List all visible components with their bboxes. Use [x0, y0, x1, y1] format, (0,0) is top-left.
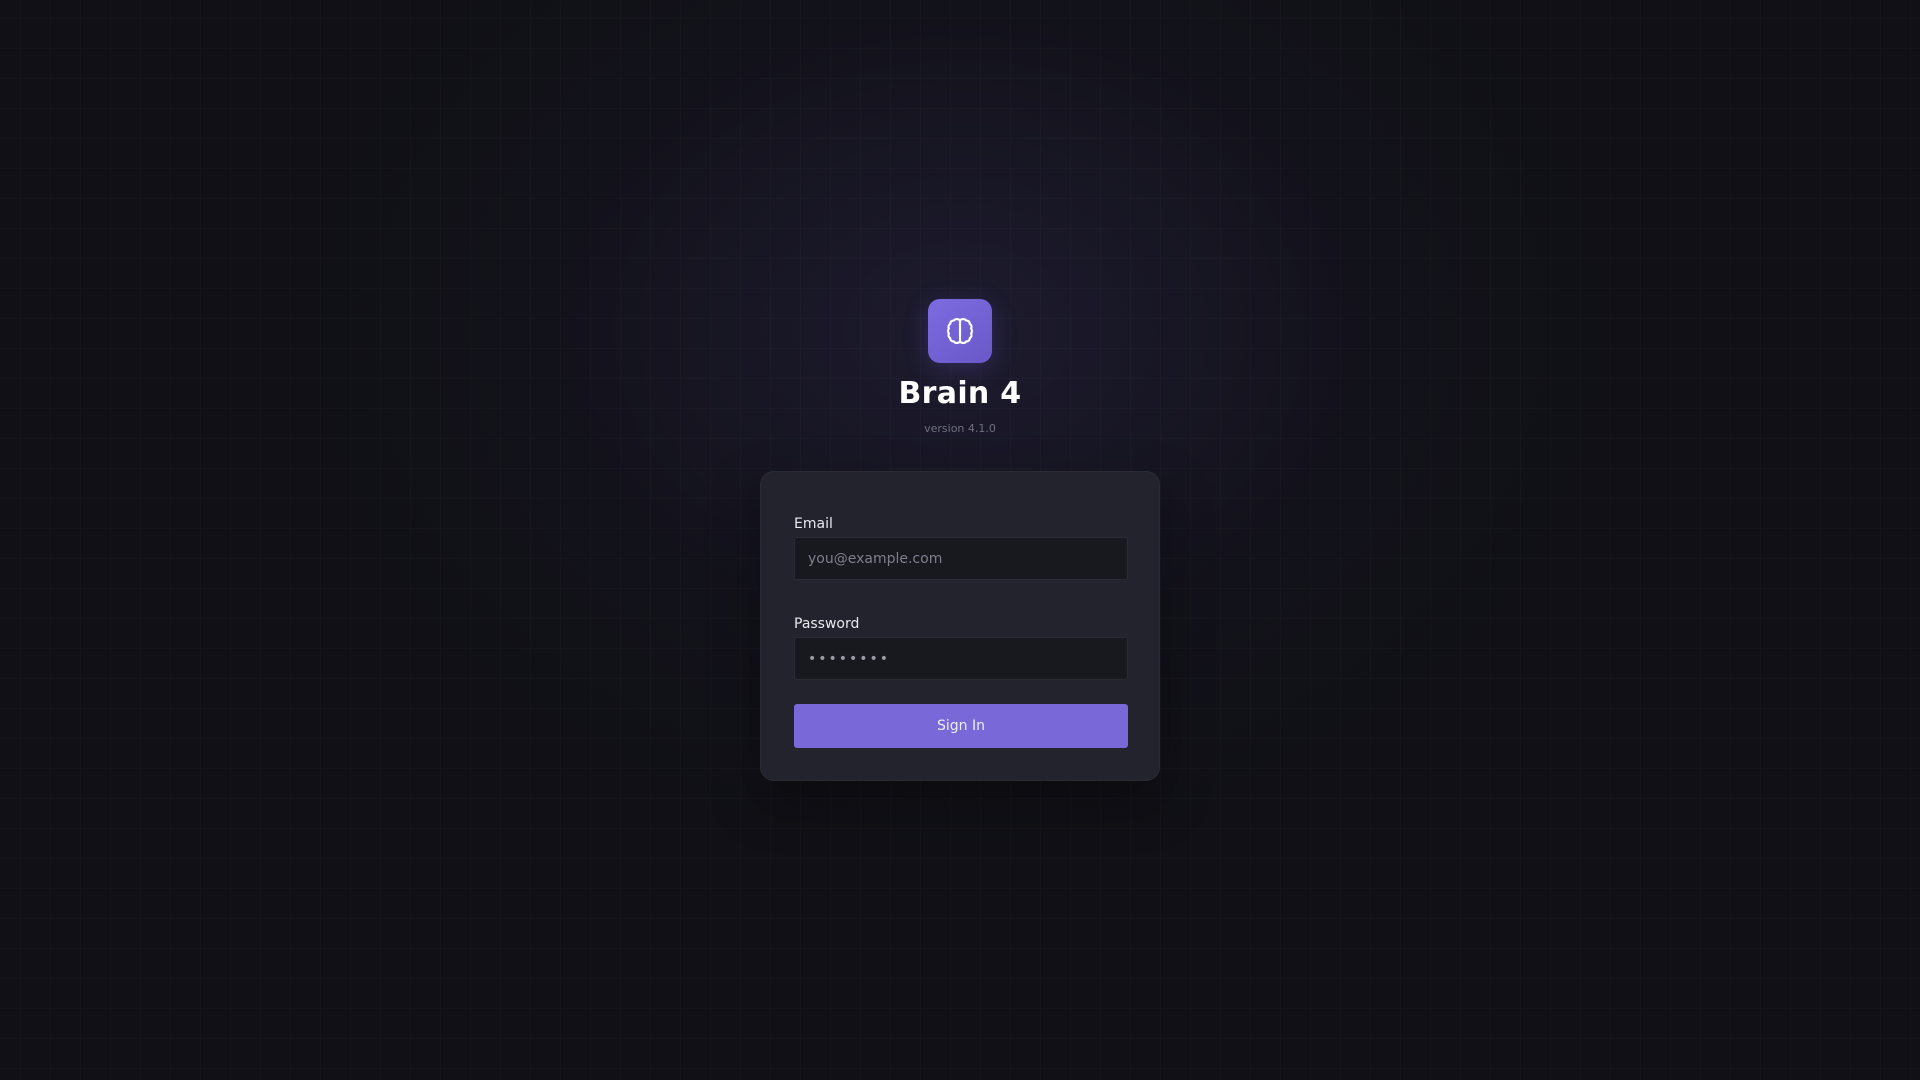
login-card: Email Password Sign In	[760, 471, 1160, 781]
sign-in-button[interactable]: Sign In	[794, 704, 1128, 748]
app-title: Brain 4	[898, 376, 1022, 411]
brain-icon	[946, 317, 974, 345]
app-logo	[928, 299, 992, 363]
app-version: version 4.1.0	[924, 422, 996, 435]
password-label: Password	[794, 616, 860, 632]
email-input[interactable]	[794, 537, 1128, 580]
email-label: Email	[794, 516, 833, 532]
password-input[interactable]	[794, 637, 1128, 680]
login-page: Brain 4 version 4.1.0 Email Password Sig…	[0, 0, 1920, 1080]
